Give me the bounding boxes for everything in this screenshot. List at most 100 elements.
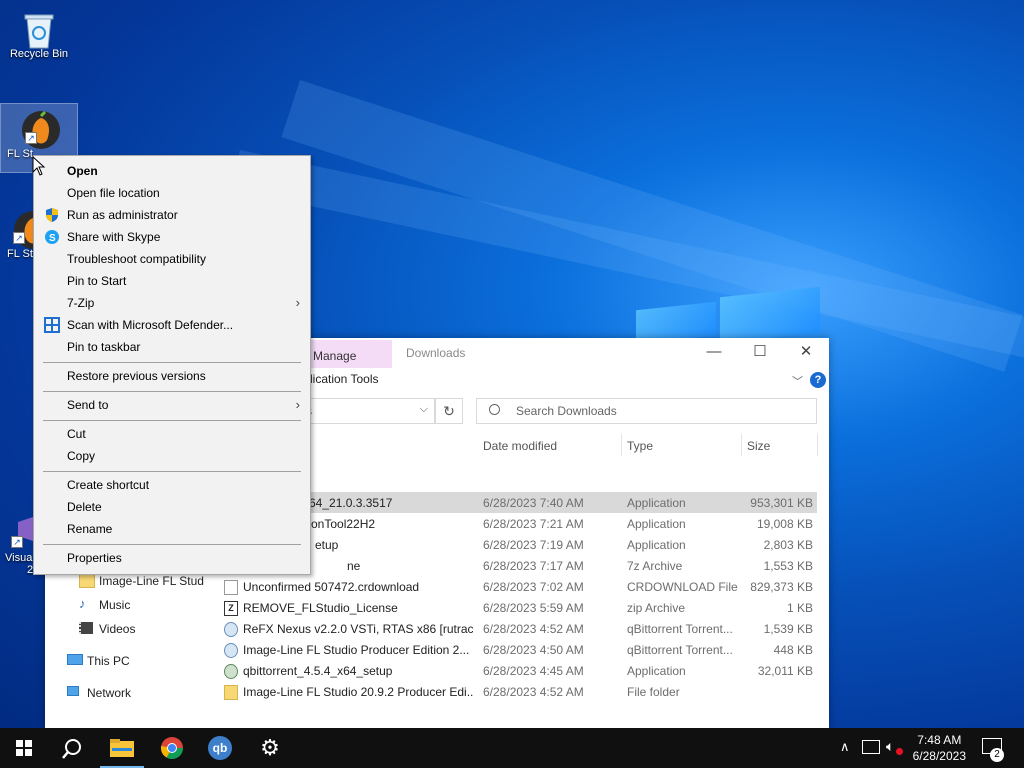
refresh-icon: ↻	[443, 403, 455, 419]
menu-item-run-as-administrator[interactable]: Run as administrator	[34, 204, 310, 226]
file-size: 2,803 KB	[763, 538, 813, 552]
file-type: qBittorrent Torrent...	[627, 622, 733, 636]
search-icon	[62, 739, 81, 759]
menu-item-label: Rename	[67, 522, 113, 536]
menu-item-label: Open file location	[67, 186, 160, 200]
torrent-icon	[224, 622, 238, 637]
fl-studio-icon: ↗	[21, 110, 60, 149]
file-row[interactable]: ReFX Nexus v2.2.0 VSTi, RTAS x86 [rutrac…	[219, 618, 817, 639]
menu-item-open-file-location[interactable]: Open file location	[34, 182, 310, 204]
this-pc-icon	[67, 654, 83, 665]
tab-application-tools[interactable]: lication Tools	[310, 372, 378, 386]
file-name: onTool22H2	[311, 517, 376, 531]
skype-icon: S	[44, 229, 60, 245]
tab-manage[interactable]: Manage	[310, 340, 392, 368]
file-name: Image-Line FL Studio Producer Edition 2.…	[243, 643, 470, 657]
menu-item-label: Share with Skype	[67, 230, 161, 244]
file-row[interactable]: qbittorrent_4.5.4_x64_setup 6/28/2023 4:…	[219, 660, 817, 681]
file-date: 6/28/2023 5:59 AM	[483, 601, 584, 615]
videos-icon	[79, 622, 93, 634]
menu-item-send-to[interactable]: Send to ›	[34, 394, 310, 416]
file-type: 7z Archive	[627, 559, 683, 573]
menu-item-pin-to-taskbar[interactable]: Pin to taskbar	[34, 336, 310, 358]
chrome-taskbar-button[interactable]	[148, 728, 196, 768]
file-size: 32,011 KB	[757, 664, 813, 678]
gear-icon: ⚙	[260, 735, 280, 760]
menu-item-delete[interactable]: Delete	[34, 496, 310, 518]
nav-item-videos[interactable]: Videos	[79, 618, 229, 642]
menu-separator	[43, 391, 301, 392]
help-icon[interactable]: ?	[810, 372, 826, 388]
zip-icon: Z	[224, 601, 238, 616]
column-header-label: Type	[627, 439, 654, 453]
menu-item-open[interactable]: Open	[34, 160, 310, 182]
menu-item-troubleshoot-compatibility[interactable]: Troubleshoot compatibility	[34, 248, 310, 270]
nav-item-network[interactable]: Network	[67, 682, 217, 706]
file-row[interactable]: Unconfirmed 507472.crdownload 6/28/2023 …	[219, 576, 817, 597]
file-type: Application	[627, 517, 686, 531]
file-row[interactable]: Image-Line FL Studio 20.9.2 Producer Edi…	[219, 681, 817, 702]
volume-muted-icon[interactable]: 🔈︎	[886, 738, 894, 755]
nav-item-this-pc[interactable]: This PC	[67, 650, 217, 674]
clock-date: 6/28/2023	[912, 749, 966, 763]
ribbon-expand-chevron-icon[interactable]: ﹀	[792, 373, 803, 389]
menu-item-label: Cut	[67, 427, 86, 441]
nav-item-music[interactable]: ♪ Music	[79, 594, 229, 618]
folder-icon	[224, 685, 238, 700]
tab-manage-label: Manage	[313, 349, 357, 363]
desktop-icon-label: Recycle Bin	[9, 48, 69, 60]
file-type: Application	[627, 538, 686, 552]
menu-separator	[43, 471, 301, 472]
address-dropdown-icon[interactable]: ⌵	[420, 403, 428, 416]
refresh-button[interactable]: ↻	[435, 398, 463, 424]
file-size: 953,301 KB	[750, 496, 813, 510]
wallpaper-logo-pane	[720, 286, 820, 344]
settings-taskbar-button[interactable]: ⚙	[246, 728, 294, 768]
clock-time: 7:48 AM	[917, 733, 962, 747]
menu-item-label: 7-Zip	[67, 296, 95, 310]
shortcut-arrow-icon: ↗	[25, 132, 37, 144]
menu-item-restore-previous-versions[interactable]: Restore previous versions	[34, 365, 310, 387]
file-date: 6/28/2023 7:19 AM	[483, 538, 584, 552]
column-header-type[interactable]: Type	[621, 434, 742, 456]
start-button[interactable]	[0, 728, 48, 768]
menu-item-rename[interactable]: Rename	[34, 518, 310, 540]
file-type: Application	[627, 496, 686, 510]
menu-item-share-with-skype[interactable]: S Share with Skype	[34, 226, 310, 248]
file-date: 6/28/2023 4:52 AM	[483, 622, 584, 636]
file-name: ReFX Nexus v2.2.0 VSTi, RTAS x86 [rutrac…	[243, 622, 473, 636]
network-status-icon[interactable]	[862, 740, 880, 754]
nav-item-label: Music	[99, 598, 131, 612]
column-header-date[interactable]: Date modified	[477, 434, 622, 456]
file-explorer-taskbar-button[interactable]	[98, 728, 146, 768]
file-row[interactable]: Z REMOVE_FLStudio_License 6/28/2023 5:59…	[219, 597, 817, 618]
search-taskbar-button[interactable]	[48, 728, 96, 768]
menu-item-scan-defender[interactable]: Scan with Microsoft Defender...	[34, 314, 310, 336]
column-header-size[interactable]: Size	[741, 434, 818, 456]
maximize-button[interactable]: ☐	[737, 338, 783, 368]
menu-item-pin-to-start[interactable]: Pin to Start	[34, 270, 310, 292]
qbittorrent-taskbar-button[interactable]: qb	[196, 728, 244, 768]
submenu-arrow-icon: ›	[295, 295, 300, 310]
menu-item-7zip[interactable]: 7-Zip ›	[34, 292, 310, 314]
close-button[interactable]: ✕	[783, 338, 829, 368]
mouse-cursor-icon	[32, 155, 46, 179]
minimize-button[interactable]: —	[691, 338, 737, 368]
music-icon: ♪	[79, 596, 86, 611]
file-size: 1,553 KB	[763, 559, 813, 573]
desktop-icon-recycle-bin[interactable]: Recycle Bin	[7, 4, 71, 60]
show-hidden-icons-chevron-icon[interactable]: ∧	[840, 739, 850, 755]
file-row[interactable]: Image-Line FL Studio Producer Edition 2.…	[219, 639, 817, 660]
submenu-arrow-icon: ›	[295, 397, 300, 412]
recycle-bin-icon	[21, 10, 57, 49]
menu-item-label: Troubleshoot compatibility	[67, 252, 206, 266]
file-type: qBittorrent Torrent...	[627, 643, 733, 657]
menu-item-cut[interactable]: Cut	[34, 423, 310, 445]
folder-icon	[79, 574, 95, 588]
menu-item-create-shortcut[interactable]: Create shortcut	[34, 474, 310, 496]
file-date: 6/28/2023 7:17 AM	[483, 559, 584, 573]
search-input[interactable]: Search Downloads	[476, 398, 817, 424]
menu-item-properties[interactable]: Properties	[34, 547, 310, 569]
menu-item-copy[interactable]: Copy	[34, 445, 310, 467]
clock[interactable]: 7:48 AM 6/28/2023	[913, 732, 966, 764]
